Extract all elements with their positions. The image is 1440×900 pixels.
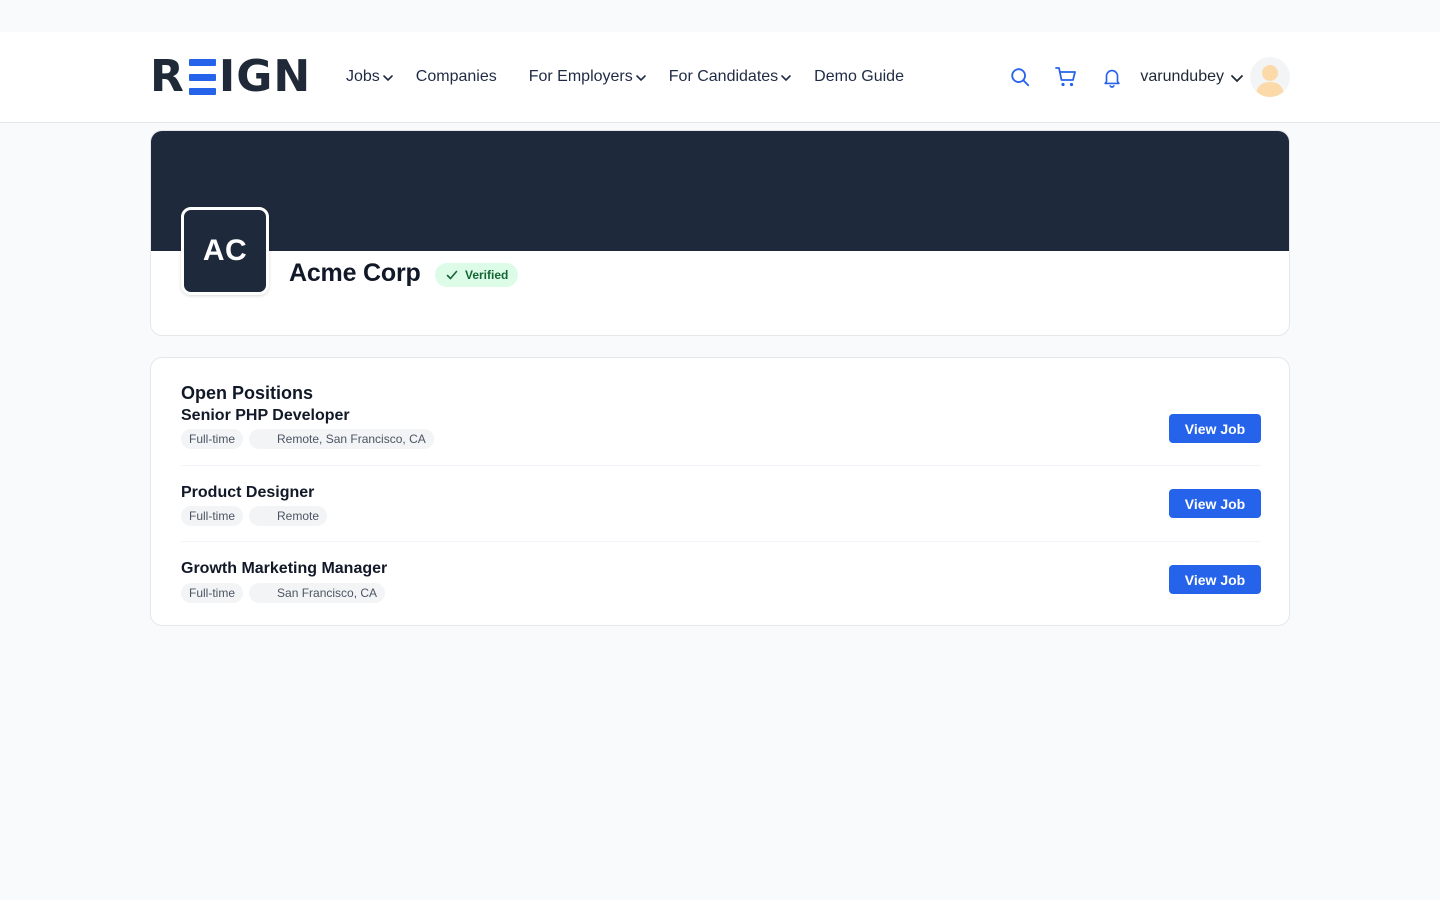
view-job-button[interactable]: View Job [1169, 414, 1261, 443]
chevron-down-icon [635, 75, 646, 82]
job-title[interactable]: Senior PHP Developer [181, 407, 350, 425]
top-strip [0, 0, 1440, 32]
view-job-button[interactable]: View Job [1169, 489, 1261, 518]
job-location-tag: Remote [249, 506, 328, 526]
verified-badge: Verified [435, 263, 519, 287]
logo-e-bars [188, 59, 216, 95]
check-icon [446, 270, 458, 280]
nav-for-employers[interactable]: For Employers [529, 68, 647, 86]
view-job-button[interactable]: View Job [1169, 565, 1261, 594]
positions-title: Open Positions [181, 383, 314, 403]
main-nav: Jobs Companies For Employers For Candida… [346, 32, 926, 122]
job-type-tag: Full-time [181, 429, 244, 449]
logo-letter-r: R [150, 51, 185, 102]
logo-letters-ign: IGN [218, 51, 312, 102]
cart-icon[interactable] [1054, 65, 1078, 89]
reign-logo[interactable]: R IGN [150, 51, 312, 102]
job-title[interactable]: Product Designer [181, 484, 314, 502]
company-name: Acme Corp [289, 259, 421, 287]
job-tags: Full-time Remote, San Francisco, CA [181, 429, 440, 449]
job-location-tag: Remote, San Francisco, CA [249, 429, 434, 449]
nav-demo-guide[interactable]: Demo Guide [814, 68, 904, 86]
avatar[interactable] [1250, 57, 1290, 97]
job-row: Product Designer Full-time Remote View J… [181, 465, 1261, 526]
job-location-tag: San Francisco, CA [249, 583, 386, 603]
nav-jobs[interactable]: Jobs [346, 68, 394, 86]
job-type-tag: Full-time [181, 506, 244, 526]
nav-actions: varundubey [1008, 32, 1290, 122]
bell-icon[interactable] [1100, 65, 1124, 89]
company-logo: AC [181, 207, 269, 295]
user-avatar-icon [1256, 65, 1284, 97]
job-row: Growth Marketing Manager Full-time San F… [181, 541, 1261, 603]
open-positions-card: Open Positions Senior PHP Developer Full… [150, 357, 1290, 626]
company-header-card: AC Acme Corp Verified [150, 130, 1290, 336]
job-tags: Full-time San Francisco, CA [181, 583, 391, 603]
chevron-down-icon [781, 75, 791, 82]
nav-for-candidates[interactable]: For Candidates [669, 68, 792, 86]
username: varundubey [1140, 68, 1224, 85]
search-icon[interactable] [1008, 65, 1032, 89]
chevron-down-icon [1231, 75, 1243, 83]
job-title[interactable]: Growth Marketing Manager [181, 560, 387, 578]
job-row: Senior PHP Developer Full-time Remote, S… [181, 407, 1261, 467]
company-banner [151, 131, 1289, 251]
nav-companies[interactable]: Companies [416, 68, 497, 86]
user-menu[interactable]: varundubey [1140, 68, 1244, 86]
chevron-down-icon [382, 75, 393, 82]
job-tags: Full-time Remote [181, 506, 333, 526]
navbar: R IGN Jobs Companies For Employers For C… [0, 32, 1440, 123]
job-type-tag: Full-time [181, 583, 244, 603]
